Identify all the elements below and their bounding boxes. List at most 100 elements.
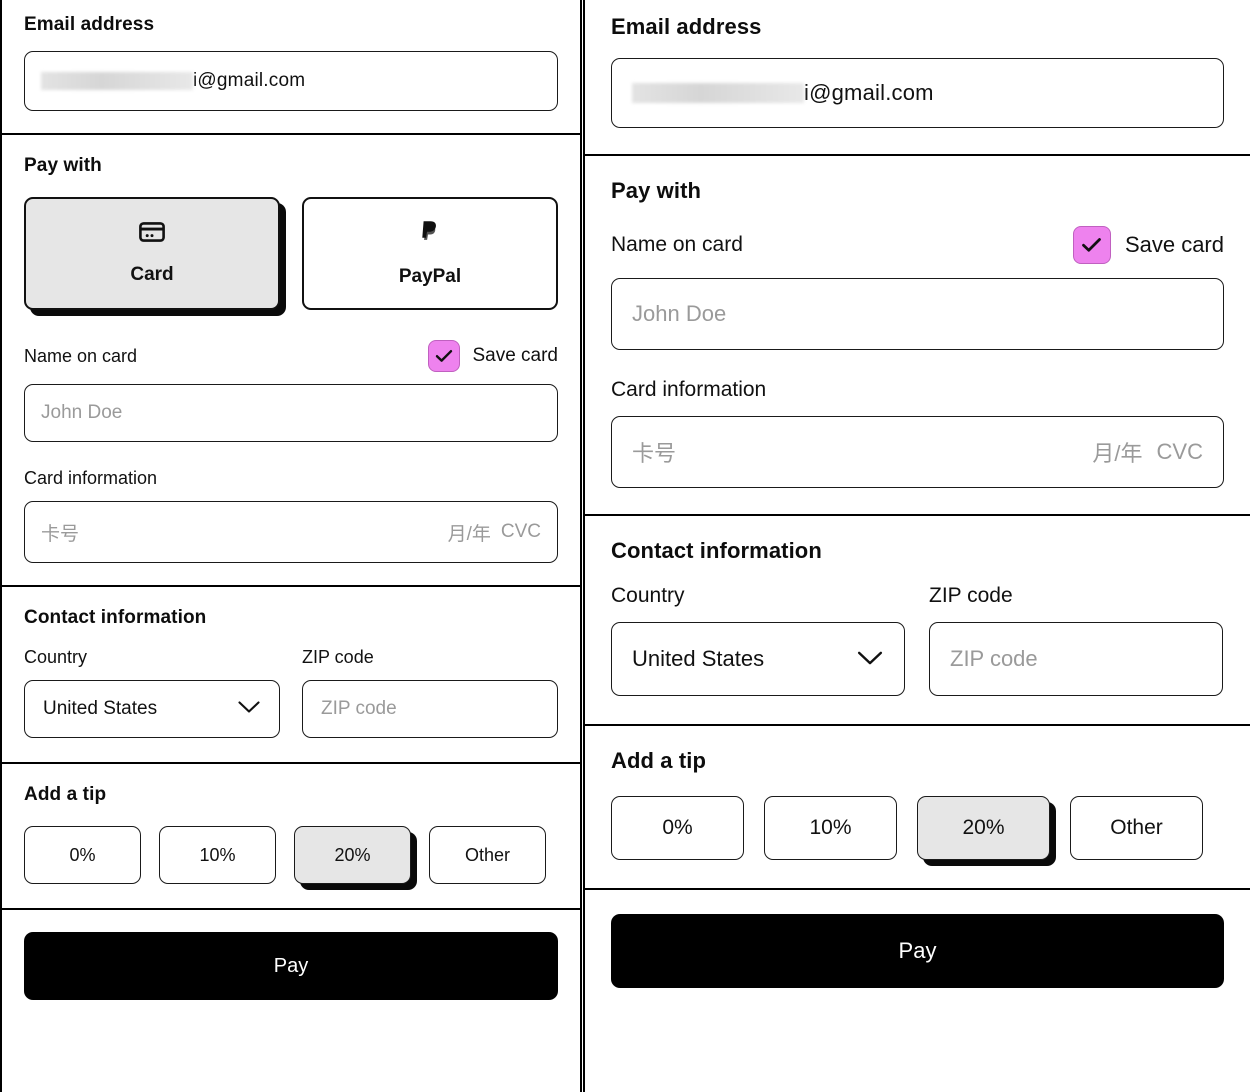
card-cvc-placeholder: CVC — [1157, 439, 1203, 465]
name-on-card-placeholder: John Doe — [632, 301, 726, 327]
name-on-card-label: Name on card — [24, 346, 137, 367]
zip-code-placeholder: ZIP code — [950, 646, 1038, 672]
name-on-card-row: Name on card Save card — [611, 226, 1224, 264]
email-input[interactable]: i@gmail.com — [611, 58, 1224, 128]
redaction-block — [632, 83, 804, 103]
name-on-card-row: Name on card Save card — [24, 340, 558, 372]
country-field-group: Country United States — [611, 584, 905, 696]
email-input[interactable]: i@gmail.com — [24, 51, 558, 111]
contact-information-heading: Contact information — [611, 538, 1224, 564]
save-card-label: Save card — [1125, 232, 1224, 258]
tip-option-0-label: 0% — [69, 845, 95, 866]
checkout-panel-right: Email address i@gmail.com Pay with Name … — [583, 0, 1250, 1092]
name-on-card-placeholder: John Doe — [41, 402, 122, 424]
zip-code-label: ZIP code — [302, 647, 558, 668]
contact-information-heading: Contact information — [24, 607, 558, 629]
tip-option-other[interactable]: Other — [429, 826, 546, 884]
payment-method-list: Card PayPal — [24, 197, 558, 310]
tip-option-20-label: 20% — [962, 816, 1004, 840]
payment-method-paypal-label: PayPal — [399, 266, 461, 288]
tip-option-20-label: 20% — [334, 845, 370, 866]
pay-with-section: Pay with Card — [2, 135, 580, 587]
name-on-card-input[interactable]: John Doe — [24, 384, 558, 442]
email-domain-text: i@gmail.com — [193, 70, 305, 92]
tip-option-10[interactable]: 10% — [159, 826, 276, 884]
pay-button[interactable]: Pay — [24, 932, 558, 1000]
checkout-panel-left: Email address i@gmail.com Pay with — [0, 0, 582, 1092]
redaction-block — [41, 72, 193, 90]
zip-code-label: ZIP code — [929, 584, 1223, 608]
contact-information-section: Contact information Country United State… — [585, 516, 1250, 726]
zip-field-group: ZIP code ZIP code — [929, 584, 1223, 696]
tip-heading: Add a tip — [611, 748, 1224, 774]
card-information-label: Card information — [611, 378, 1224, 402]
tip-option-other-label: Other — [465, 845, 510, 866]
zip-code-placeholder: ZIP code — [321, 698, 397, 720]
tip-option-10-label: 10% — [199, 845, 235, 866]
zip-code-input[interactable]: ZIP code — [929, 622, 1223, 696]
tip-options: 0% 10% 20% Other — [24, 826, 558, 884]
save-card-toggle[interactable]: Save card — [1073, 226, 1224, 264]
tip-heading: Add a tip — [24, 784, 558, 806]
pay-section: Pay — [585, 890, 1250, 1014]
email-section: Email address i@gmail.com — [585, 0, 1250, 156]
payment-method-paypal[interactable]: PayPal — [302, 197, 558, 310]
email-value: i@gmail.com — [41, 70, 305, 92]
credit-card-icon — [139, 222, 165, 248]
contact-information-section: Contact information Country United State… — [2, 587, 580, 764]
zip-field-group: ZIP code ZIP code — [302, 647, 558, 738]
country-select-value: United States — [43, 698, 157, 720]
chevron-down-icon — [856, 646, 884, 672]
email-section: Email address i@gmail.com — [2, 0, 580, 135]
country-select[interactable]: United States — [24, 680, 280, 738]
tip-option-10[interactable]: 10% — [764, 796, 897, 860]
tip-option-20[interactable]: 20% — [294, 826, 411, 884]
tip-option-other[interactable]: Other — [1070, 796, 1203, 860]
pay-button[interactable]: Pay — [611, 914, 1224, 988]
tip-option-0[interactable]: 0% — [611, 796, 744, 860]
country-field-group: Country United States — [24, 647, 280, 738]
save-card-checkbox[interactable] — [1073, 226, 1111, 264]
tip-section: Add a tip 0% 10% 20% Other — [2, 764, 580, 910]
card-number-placeholder: 卡号 — [632, 436, 1078, 468]
name-on-card-input[interactable]: John Doe — [611, 278, 1224, 350]
chevron-down-icon — [237, 698, 261, 720]
tip-options: 0% 10% 20% Other — [611, 796, 1224, 860]
name-on-card-label: Name on card — [611, 233, 743, 257]
card-cvc-placeholder: CVC — [501, 521, 541, 543]
card-expiry-placeholder: 月/年 — [448, 519, 491, 546]
checkout-comparison-screenshot: Email address i@gmail.com Pay with — [0, 0, 1250, 1092]
card-information-input-group[interactable]: 卡号 月/年 CVC — [24, 501, 558, 563]
paypal-icon — [420, 220, 440, 250]
card-information-label: Card information — [24, 468, 558, 489]
card-information-input-group[interactable]: 卡号 月/年 CVC — [611, 416, 1224, 488]
payment-method-card-label: Card — [130, 264, 173, 286]
save-card-checkbox[interactable] — [428, 340, 460, 372]
country-label: Country — [24, 647, 280, 668]
tip-option-20[interactable]: 20% — [917, 796, 1050, 860]
email-domain-text: i@gmail.com — [804, 80, 934, 106]
email-heading: Email address — [611, 14, 1224, 40]
tip-option-other-label: Other — [1110, 816, 1163, 840]
pay-with-section: Pay with Name on card Save card John Doe… — [585, 156, 1250, 516]
tip-option-10-label: 10% — [809, 816, 851, 840]
pay-section: Pay — [2, 910, 580, 1024]
pay-with-heading: Pay with — [24, 155, 558, 177]
save-card-label: Save card — [472, 345, 558, 367]
checkmark-icon — [1081, 237, 1102, 253]
card-expiry-placeholder: 月/年 — [1092, 436, 1142, 468]
card-number-placeholder: 卡号 — [41, 519, 438, 546]
checkmark-icon — [435, 349, 453, 363]
save-card-toggle[interactable]: Save card — [428, 340, 558, 372]
country-select-value: United States — [632, 646, 764, 672]
email-heading: Email address — [24, 14, 558, 36]
zip-code-input[interactable]: ZIP code — [302, 680, 558, 738]
tip-section: Add a tip 0% 10% 20% Other — [585, 726, 1250, 890]
email-value: i@gmail.com — [632, 80, 934, 106]
pay-with-heading: Pay with — [611, 178, 1224, 204]
country-select[interactable]: United States — [611, 622, 905, 696]
country-label: Country — [611, 584, 905, 608]
tip-option-0[interactable]: 0% — [24, 826, 141, 884]
payment-method-card[interactable]: Card — [24, 197, 280, 310]
tip-option-0-label: 0% — [662, 816, 692, 840]
